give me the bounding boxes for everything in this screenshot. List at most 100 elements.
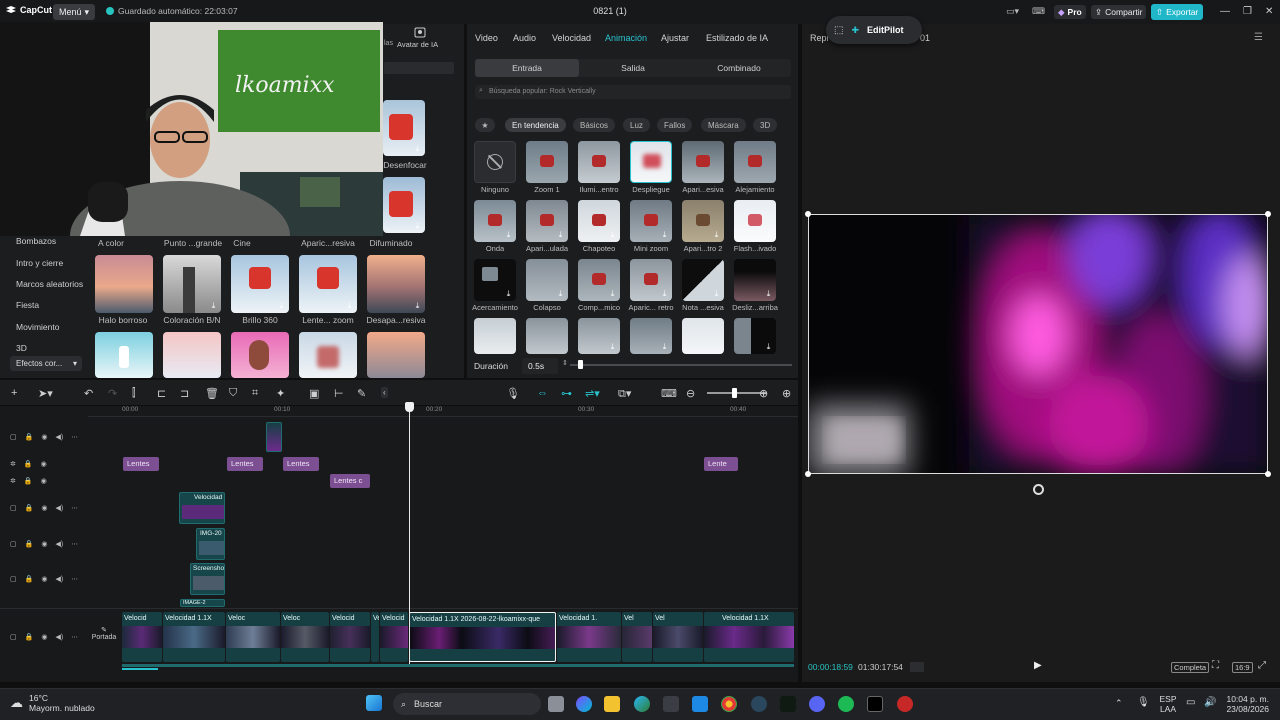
- tab-animacion[interactable]: Animación: [605, 33, 647, 43]
- effect-thumb-desenfocar[interactable]: ⤓: [383, 100, 425, 156]
- mic-tray-icon[interactable]: 🎙: [1137, 697, 1150, 708]
- zoom-handle[interactable]: [732, 388, 737, 398]
- minimize-icon[interactable]: —: [1220, 6, 1230, 17]
- track-controls[interactable]: ▢ 🔒 ◉ ◀) ⋯: [10, 504, 78, 512]
- undo-icon[interactable]: ↶: [84, 387, 93, 400]
- split-icon[interactable]: ⫿: [132, 387, 136, 400]
- track-controls[interactable]: ✲ 🔒 ◉: [10, 460, 47, 468]
- sticker-clip[interactable]: Lentes: [227, 457, 263, 471]
- taskbar-search[interactable]: ⌕ Buscar: [393, 693, 541, 715]
- anim-tile-despliegue[interactable]: [630, 141, 672, 183]
- anim-tile-mini-zoom[interactable]: ⤓: [630, 200, 672, 242]
- mic-icon[interactable]: 🎙: [506, 387, 520, 400]
- duration-slider[interactable]: [570, 364, 792, 366]
- tab-video[interactable]: Video: [475, 33, 498, 43]
- effect-thumb[interactable]: ⤓: [383, 177, 425, 233]
- main-clip[interactable]: Velocidad 1.1X: [163, 612, 225, 662]
- weather-widget[interactable]: ☁ 16°C Mayorm. nublado: [10, 693, 95, 713]
- spotify-icon[interactable]: [838, 696, 854, 712]
- track-controls[interactable]: ▢ 🔒 ◉ ◀) ⋯: [10, 633, 78, 641]
- split-right-icon[interactable]: ⊐: [180, 387, 189, 400]
- steam-icon[interactable]: [751, 696, 767, 712]
- zoom-slider[interactable]: [707, 392, 767, 394]
- fullscreen-icon[interactable]: ⤢: [1258, 660, 1266, 671]
- store-icon[interactable]: [663, 696, 679, 712]
- tab-audio[interactable]: Audio: [513, 33, 536, 43]
- selected-main-clip[interactable]: Velocidad 1.1X 2026-08-22-lkoamixx-que: [409, 612, 556, 662]
- delete-icon[interactable]: 🗑: [205, 387, 219, 400]
- favorites-chip[interactable]: ★: [475, 118, 495, 132]
- effect-thumb-halo-borroso[interactable]: [95, 255, 153, 313]
- video-preview[interactable]: [808, 214, 1268, 474]
- chip-basicos[interactable]: Básicos: [573, 118, 616, 132]
- chevron-up-icon[interactable]: ⌃: [1115, 698, 1123, 709]
- chip-fallos[interactable]: Fallos: [657, 118, 693, 132]
- editpilot-button[interactable]: ⬚ ✚ EditPilot: [826, 16, 922, 44]
- animation-search-input[interactable]: ⌕ Búsqueda popular: Rock Vertically: [475, 85, 791, 99]
- sticker-clip[interactable]: Lente: [704, 457, 738, 471]
- clock[interactable]: 10:04 p. m. 23/08/2026: [1214, 694, 1269, 714]
- crop-icon[interactable]: ⛶: [1212, 660, 1219, 671]
- zoom-in-icon[interactable]: ⊕: [759, 387, 768, 400]
- track-controls[interactable]: ▢ 🔒 ◉ ◀) ⋯: [10, 540, 78, 548]
- overlay-clip[interactable]: Screensho: [190, 563, 225, 595]
- app-icon[interactable]: [780, 696, 796, 712]
- category-3d[interactable]: 3D: [16, 343, 27, 353]
- crop-tool-icon[interactable]: ⌗: [252, 387, 258, 400]
- menu-button[interactable]: Menú ▾: [53, 4, 96, 20]
- segment-salida[interactable]: Salida: [581, 59, 685, 77]
- main-clip[interactable]: Vel: [622, 612, 652, 662]
- anim-tile-onda[interactable]: ⤓: [474, 200, 516, 242]
- sticker-clip[interactable]: Lentes: [123, 457, 159, 471]
- resize-handle[interactable]: [1265, 211, 1271, 217]
- export-button[interactable]: ⇧ Exportar: [1151, 4, 1204, 20]
- playhead[interactable]: [409, 402, 410, 664]
- track-controls[interactable]: ▢ 🔒 ◉ ◀) ⋯: [10, 433, 78, 441]
- caption-icon[interactable]: ⌨: [661, 387, 677, 400]
- maximize-icon[interactable]: ❐: [1243, 6, 1252, 17]
- anim-tile[interactable]: ⤓: [630, 318, 672, 354]
- resize-handle[interactable]: [805, 471, 811, 477]
- anim-tile-alejamiento[interactable]: [734, 141, 776, 183]
- chip-luz[interactable]: Luz: [623, 118, 650, 132]
- chip-mascara[interactable]: Máscara: [701, 118, 746, 132]
- effect-thumb-coloracion[interactable]: ⤓: [163, 255, 221, 313]
- main-clip[interactable]: Veloc: [226, 612, 280, 662]
- anim-tile-aparicion[interactable]: [682, 141, 724, 183]
- main-clip[interactable]: Ve: [371, 612, 379, 662]
- sticker-clip[interactable]: Lentes c: [330, 474, 370, 488]
- effect-thumb-lente-zoom[interactable]: ⤓: [299, 255, 357, 313]
- effect-thumb[interactable]: [367, 332, 425, 378]
- select-tool-icon[interactable]: ➤▾: [38, 387, 53, 400]
- effect-thumb[interactable]: [163, 332, 221, 378]
- network-icon[interactable]: ▭: [1186, 697, 1195, 708]
- anim-tile-colapso[interactable]: ⤓: [526, 259, 568, 301]
- fit-icon[interactable]: ⊕: [782, 387, 791, 400]
- category-intro[interactable]: Intro y cierre: [16, 258, 63, 268]
- overlay-clip[interactable]: IMAGE-2: [180, 599, 225, 607]
- zoom-out-icon[interactable]: ⊖: [686, 387, 695, 400]
- effect-thumb[interactable]: [231, 332, 289, 378]
- add-icon[interactable]: +: [11, 387, 17, 399]
- preview-axis-icon[interactable]: ⇌▾: [585, 387, 600, 400]
- copilot-icon[interactable]: [576, 696, 592, 712]
- ai-avatar-tab[interactable]: Avatar de IA: [384, 24, 464, 54]
- anim-tile-aparicion-retro[interactable]: ⤓: [630, 259, 672, 301]
- anim-tile[interactable]: [526, 318, 568, 354]
- app-icon[interactable]: [897, 696, 913, 712]
- anim-tile-acercamiento[interactable]: ⤓: [474, 259, 516, 301]
- main-clip[interactable]: Velocid: [380, 612, 408, 662]
- share-button[interactable]: ⇪ Compartir: [1091, 5, 1147, 19]
- category-marcos[interactable]: Marcos aleatorios: [16, 279, 83, 289]
- category-fiesta[interactable]: Fiesta: [16, 300, 39, 310]
- collapse-icon[interactable]: ‹: [381, 387, 388, 398]
- shield-icon[interactable]: ⛉: [229, 387, 237, 400]
- discord-icon[interactable]: [809, 696, 825, 712]
- category-movimiento[interactable]: Movimiento: [16, 322, 59, 332]
- category-select[interactable]: Efectos cor... ▾: [10, 356, 82, 371]
- redo-icon[interactable]: ↷: [108, 387, 117, 400]
- anim-tile-deslizar-arriba[interactable]: ⤓: [734, 259, 776, 301]
- anim-tile-aparicion-acumulada[interactable]: ⤓: [526, 200, 568, 242]
- tab-velocidad[interactable]: Velocidad: [552, 33, 591, 43]
- windows-start-icon[interactable]: [366, 695, 382, 711]
